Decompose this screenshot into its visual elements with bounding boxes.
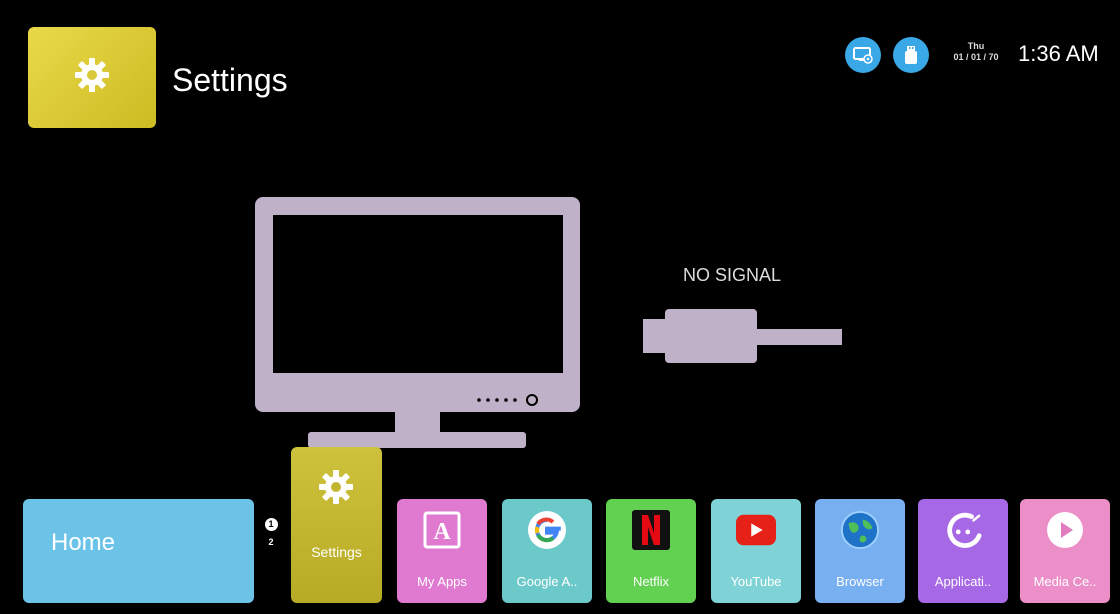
globe-icon <box>840 510 880 550</box>
page-2-indicator[interactable]: 2 <box>262 537 280 547</box>
usb-drive-icon[interactable] <box>893 37 929 73</box>
date-display: Thu 01 / 01 / 70 <box>944 41 1008 63</box>
tv-disconnected-icon <box>255 197 580 448</box>
settings-app-card[interactable]: Settings <box>291 447 382 603</box>
page-indicator[interactable]: 1 2 <box>262 518 280 547</box>
app-store-label: Applicati.. <box>934 574 992 589</box>
page-1-indicator[interactable]: 1 <box>264 518 278 531</box>
my-apps-label: My Apps <box>417 574 467 589</box>
google-app-label: Google A.. <box>516 574 578 589</box>
netflix-icon <box>631 510 671 550</box>
day-label: Thu <box>967 41 985 51</box>
settings-app-label: Settings <box>311 544 362 560</box>
app-store-card[interactable]: Applicati.. <box>918 499 1008 603</box>
gear-icon <box>72 55 112 100</box>
app-store-icon <box>943 510 983 550</box>
clock: 1:36 AM <box>1018 41 1099 66</box>
media-center-label: Media Ce.. <box>1033 574 1097 589</box>
gear-icon <box>316 467 356 512</box>
youtube-icon <box>736 510 776 550</box>
youtube-label: YouTube <box>730 574 782 589</box>
browser-card[interactable]: Browser <box>815 499 905 603</box>
svg-text:A: A <box>433 519 451 545</box>
date-label: 01 / 01 / 70 <box>953 52 999 62</box>
page-title: Settings <box>172 62 288 98</box>
youtube-card[interactable]: YouTube <box>711 499 801 603</box>
settings-app-tile <box>28 27 156 128</box>
no-signal-label: NO SIGNAL <box>683 265 782 285</box>
play-icon <box>1045 510 1085 550</box>
my-apps-card[interactable]: A My Apps <box>397 499 487 603</box>
media-center-card[interactable]: Media Ce.. <box>1020 499 1110 603</box>
hdmi-cable-icon <box>643 309 842 363</box>
screen-share-icon[interactable] <box>845 37 881 73</box>
my-apps-icon: A <box>422 510 462 550</box>
google-app-card[interactable]: Google A.. <box>502 499 592 603</box>
netflix-card[interactable]: Netflix <box>606 499 696 603</box>
home-tile[interactable]: Home <box>23 499 254 603</box>
home-label: Home <box>51 529 116 556</box>
netflix-label: Netflix <box>632 574 670 589</box>
google-icon <box>527 510 567 550</box>
browser-label: Browser <box>836 574 884 589</box>
